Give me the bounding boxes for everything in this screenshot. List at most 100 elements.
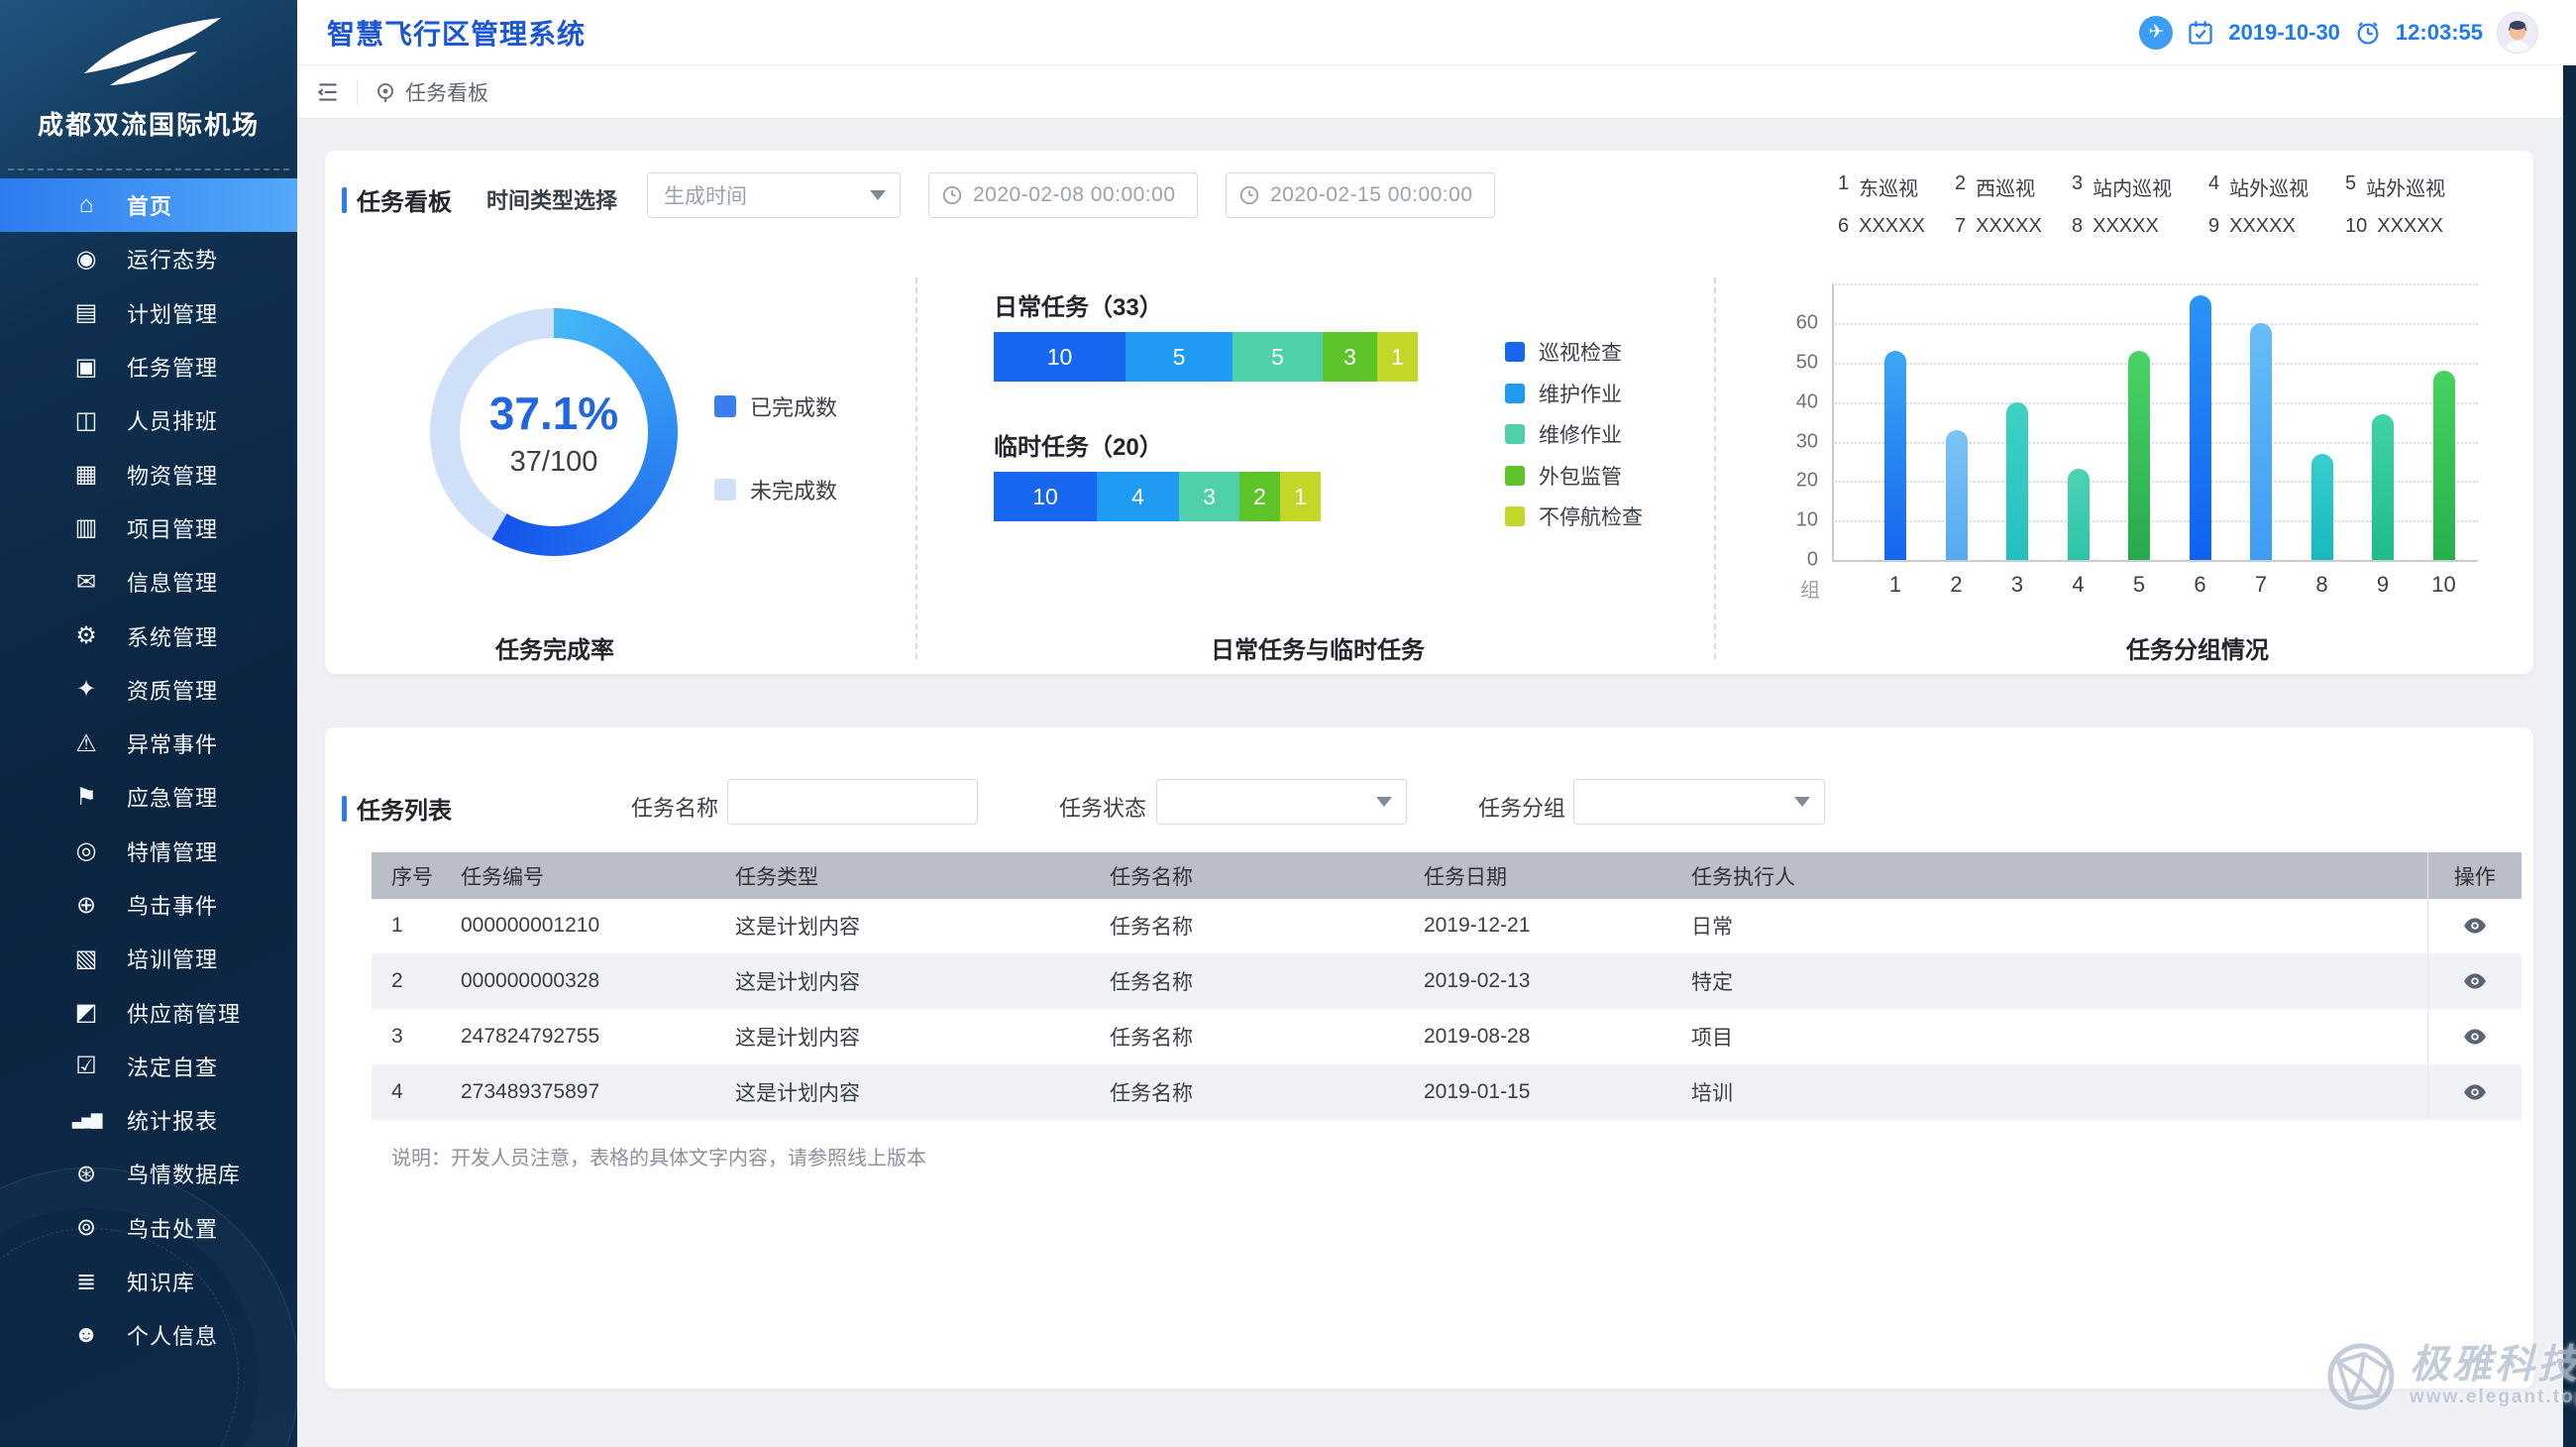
x-tick-label: 6 bbox=[2171, 572, 2230, 598]
sidebar-item-label: 培训管理 bbox=[127, 943, 218, 974]
task-type-legend-item: 外包监管 bbox=[1505, 461, 1622, 491]
flight-mode-icon[interactable]: ✈ bbox=[2139, 16, 2173, 50]
clock-small-icon bbox=[1238, 184, 1260, 206]
sidebar-item-project-management[interactable]: ▥项目管理 bbox=[0, 501, 297, 555]
group-number-legend: 1东巡视2西巡视3站内巡视4站外巡视5站外巡视6XXXXX7XXXXX8XXXX… bbox=[1838, 172, 2484, 238]
user-icon: ☻ bbox=[69, 1321, 103, 1349]
x-tick-label: 2 bbox=[1927, 572, 1986, 598]
task-type-legend-item: 维修作业 bbox=[1505, 419, 1622, 449]
table-cell: 任务名称 bbox=[1090, 1009, 1404, 1064]
sidebar-item-bird-strike-disposal[interactable]: ⊚ 鸟击处置 bbox=[0, 1201, 297, 1255]
task-name-input[interactable] bbox=[727, 779, 978, 825]
stacked-segment: 1 bbox=[1280, 472, 1321, 521]
sidebar-item-qualification-management[interactable]: ✦资质管理 bbox=[0, 663, 297, 717]
table-row[interactable]: 2000000000328这是计划内容任务名称2019-02-13特定 bbox=[372, 953, 2522, 1009]
legend-label-undone: 未完成数 bbox=[750, 474, 837, 505]
gridline bbox=[1832, 283, 2478, 285]
legend-label: 不停航检查 bbox=[1539, 501, 1643, 531]
legend-swatch bbox=[1505, 342, 1525, 362]
table-cell: 任务名称 bbox=[1090, 953, 1404, 1009]
table-cell: 这是计划内容 bbox=[715, 1064, 1090, 1120]
bar-group-5 bbox=[2128, 351, 2150, 560]
bar-group-1 bbox=[1884, 351, 1906, 560]
view-detail-eye-icon[interactable] bbox=[2462, 913, 2488, 939]
sidebar-item-home[interactable]: ⌂首页 bbox=[0, 178, 297, 232]
task-name-label: 任务名称 bbox=[631, 791, 718, 823]
time-type-label: 时间类型选择 bbox=[486, 183, 617, 215]
siren-icon: ⚑ bbox=[69, 783, 103, 812]
task-type-legend-item: 不停航检查 bbox=[1505, 501, 1643, 531]
gridline bbox=[1832, 363, 2478, 365]
task-list-title: 任务列表 bbox=[342, 791, 452, 826]
breadcrumb-current: 任务看板 bbox=[405, 77, 488, 107]
time-type-select[interactable]: 生成时间 bbox=[647, 172, 901, 218]
sidebar-item-label: 应急管理 bbox=[127, 781, 218, 813]
task-list-title-text: 任务列表 bbox=[357, 791, 452, 826]
x-tick-label: 10 bbox=[2415, 572, 2474, 598]
x-tick-label: 3 bbox=[1987, 572, 2047, 598]
x-tick-label: 7 bbox=[2231, 572, 2291, 598]
table-row[interactable]: 3247824792755这是计划内容任务名称2019-08-28项目 bbox=[372, 1009, 2522, 1064]
table-cell: 000000000328 bbox=[441, 953, 715, 1009]
warning-icon: ⚠ bbox=[69, 729, 103, 758]
sidebar-item-label: 物资管理 bbox=[127, 459, 218, 491]
y-tick-label: 40 bbox=[1749, 390, 1818, 413]
group-legend-item: 7XXXXX bbox=[1955, 215, 2072, 238]
table-cell: 273489375897 bbox=[441, 1064, 715, 1120]
table-cell: 培训 bbox=[1671, 1064, 2427, 1120]
sidebar-item-plan-management[interactable]: ▤计划管理 bbox=[0, 286, 297, 340]
open-book-icon: ▧ bbox=[69, 945, 103, 973]
task-flag-icon: ▣ bbox=[69, 353, 103, 382]
legend-swatch bbox=[1505, 424, 1525, 444]
sidebar-item-label: 鸟击处置 bbox=[127, 1212, 218, 1244]
date-from-input[interactable]: 2020-02-08 00:00:00 bbox=[928, 172, 1198, 218]
table-cell: 2019-02-13 bbox=[1404, 953, 1671, 1009]
gear-card-icon: ⚙ bbox=[69, 621, 103, 650]
sidebar-item-bird-database[interactable]: ⊛鸟情数据库 bbox=[0, 1147, 297, 1200]
sidebar-item-label: 供应商管理 bbox=[127, 997, 241, 1029]
project-book-icon: ▥ bbox=[69, 513, 103, 542]
sidebar-item-bird-strike-events[interactable]: ⊕鸟击事件 bbox=[0, 878, 297, 932]
user-avatar[interactable] bbox=[2497, 12, 2538, 54]
stacked-segment: 1 bbox=[1377, 332, 1418, 382]
table-cell: 4 bbox=[372, 1064, 441, 1120]
task-group-select[interactable] bbox=[1573, 779, 1825, 825]
view-detail-eye-icon[interactable] bbox=[2462, 968, 2488, 994]
stacked-segment: 2 bbox=[1239, 472, 1280, 521]
sidebar-item-system-management[interactable]: ⚙系统管理 bbox=[0, 609, 297, 662]
sidebar-collapse-icon[interactable] bbox=[315, 79, 341, 105]
table-cell: 2 bbox=[372, 953, 441, 1009]
column-header: 序号 bbox=[372, 852, 441, 899]
x-tick-label: 8 bbox=[2293, 572, 2352, 598]
warehouse-icon: ▦ bbox=[69, 460, 103, 489]
calendar-icon bbox=[2187, 19, 2214, 47]
sidebar-item-knowledge-base[interactable]: ≣知识库 bbox=[0, 1255, 297, 1308]
sidebar-item-supplier-management[interactable]: ◩供应商管理 bbox=[0, 985, 297, 1039]
app-title: 智慧飞行区管理系统 bbox=[327, 13, 586, 53]
header: 智慧飞行区管理系统 ✈ 2019-10-30 12:03:55 bbox=[297, 0, 2576, 65]
target-icon: ⊚ bbox=[69, 1213, 103, 1242]
sidebar-item-statutory-self-check[interactable]: ☑法定自查 bbox=[0, 1040, 297, 1093]
sidebar-item-personal-info[interactable]: ☻个人信息 bbox=[0, 1308, 297, 1362]
sidebar-item-staff-scheduling[interactable]: ◫人员排班 bbox=[0, 393, 297, 447]
sidebar-item-operation-status[interactable]: ◉运行态势 bbox=[0, 232, 297, 285]
task-list-card: 任务列表 任务名称 任务状态 任务分组 序号任务编号任务类型任务名称任务日期任务… bbox=[325, 727, 2533, 1389]
x-tick-label: 4 bbox=[2049, 572, 2108, 598]
table-row[interactable]: 1000000001210这是计划内容任务名称2019-12-21日常 bbox=[372, 899, 2522, 953]
sidebar-item-special-situation[interactable]: ◎特情管理 bbox=[0, 825, 297, 878]
view-detail-eye-icon[interactable] bbox=[2462, 1024, 2488, 1050]
table-row[interactable]: 4273489375897这是计划内容任务名称2019-01-15培训 bbox=[372, 1064, 2522, 1120]
task-status-select[interactable] bbox=[1156, 779, 1407, 825]
date-to-input[interactable]: 2020-02-15 00:00:00 bbox=[1226, 172, 1495, 218]
sidebar-item-training-management[interactable]: ▧ 培训管理 bbox=[0, 932, 297, 985]
dev-note: 说明：开发人员注意，表格的具体文字内容，请参照线上版本 bbox=[391, 1142, 926, 1170]
sidebar-item-information-management[interactable]: ✉信息管理 bbox=[0, 555, 297, 609]
sidebar-item-label: 特情管理 bbox=[127, 835, 218, 867]
sidebar-item-task-management[interactable]: ▣任务管理 bbox=[0, 340, 297, 393]
sidebar-item-abnormal-events[interactable]: ⚠异常事件 bbox=[0, 717, 297, 770]
medal-icon: ✦ bbox=[69, 675, 103, 704]
view-detail-eye-icon[interactable] bbox=[2462, 1079, 2488, 1105]
sidebar-item-statistical-reports[interactable]: ▃▅▇统计报表 bbox=[0, 1093, 297, 1147]
sidebar-item-emergency-management[interactable]: ⚑ 应急管理 bbox=[0, 770, 297, 824]
sidebar-item-material-management[interactable]: ▦ 物资管理 bbox=[0, 447, 297, 501]
